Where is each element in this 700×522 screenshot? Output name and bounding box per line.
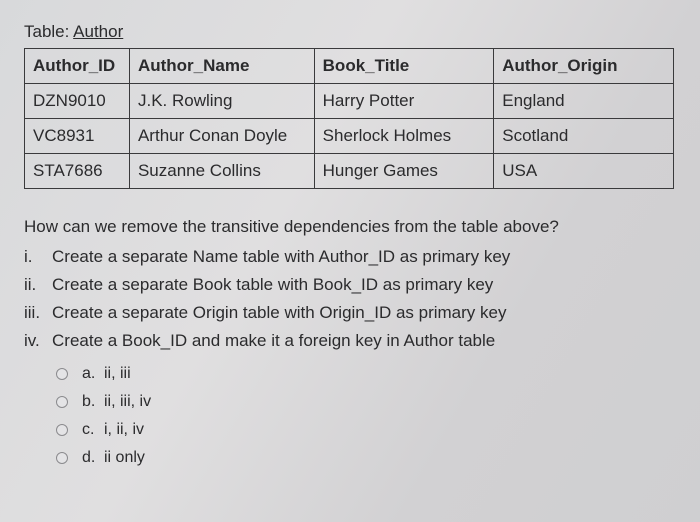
option-text: i, ii, iv xyxy=(104,421,144,439)
cell-author-id: STA7686 xyxy=(25,154,130,189)
option-letter: b. xyxy=(82,393,104,411)
col-author-id: Author_ID xyxy=(25,49,130,84)
statement-number: iii. xyxy=(24,303,52,323)
cell-author-origin: USA xyxy=(494,154,674,189)
cell-author-id: VC8931 xyxy=(25,119,130,154)
option-letter: d. xyxy=(82,449,104,467)
option-text: ii, iii xyxy=(104,365,131,383)
cell-author-name: Arthur Conan Doyle xyxy=(129,119,314,154)
table-label: Table: Author xyxy=(24,22,676,42)
page: Table: Author Author_ID Author_Name Book… xyxy=(0,0,700,467)
option-letter: c. xyxy=(82,421,104,439)
author-table: Author_ID Author_Name Book_Title Author_… xyxy=(24,48,674,189)
options-list: a. ii, iii b. ii, iii, iv c. i, ii, iv d… xyxy=(56,365,676,467)
statement-text: Create a separate Name table with Author… xyxy=(52,247,510,267)
radio-icon[interactable] xyxy=(56,396,68,408)
cell-book-title: Hunger Games xyxy=(314,154,494,189)
table-header-row: Author_ID Author_Name Book_Title Author_… xyxy=(25,49,674,84)
cell-author-origin: England xyxy=(494,84,674,119)
table-row: VC8931 Arthur Conan Doyle Sherlock Holme… xyxy=(25,119,674,154)
table-row: STA7686 Suzanne Collins Hunger Games USA xyxy=(25,154,674,189)
table-label-prefix: Table: xyxy=(24,22,73,41)
cell-author-origin: Scotland xyxy=(494,119,674,154)
statement-number: ii. xyxy=(24,275,52,295)
col-book-title: Book_Title xyxy=(314,49,494,84)
option-letter: a. xyxy=(82,365,104,383)
cell-author-name: J.K. Rowling xyxy=(129,84,314,119)
statement-item: ii. Create a separate Book table with Bo… xyxy=(24,275,676,295)
table-name: Author xyxy=(73,22,123,41)
option-c[interactable]: c. i, ii, iv xyxy=(56,421,676,439)
col-author-origin: Author_Origin xyxy=(494,49,674,84)
statement-text: Create a separate Book table with Book_I… xyxy=(52,275,493,295)
option-text: ii, iii, iv xyxy=(104,393,151,411)
statement-text: Create a separate Origin table with Orig… xyxy=(52,303,506,323)
statement-number: i. xyxy=(24,247,52,267)
radio-icon[interactable] xyxy=(56,368,68,380)
statement-number: iv. xyxy=(24,331,52,351)
col-author-name: Author_Name xyxy=(129,49,314,84)
statement-item: i. Create a separate Name table with Aut… xyxy=(24,247,676,267)
statement-text: Create a Book_ID and make it a foreign k… xyxy=(52,331,495,351)
option-a[interactable]: a. ii, iii xyxy=(56,365,676,383)
statement-item: iii. Create a separate Origin table with… xyxy=(24,303,676,323)
statement-list: i. Create a separate Name table with Aut… xyxy=(24,247,676,351)
option-d[interactable]: d. ii only xyxy=(56,449,676,467)
cell-author-id: DZN9010 xyxy=(25,84,130,119)
option-text: ii only xyxy=(104,449,145,467)
question-text: How can we remove the transitive depende… xyxy=(24,217,676,237)
radio-icon[interactable] xyxy=(56,452,68,464)
table-row: DZN9010 J.K. Rowling Harry Potter Englan… xyxy=(25,84,674,119)
statement-item: iv. Create a Book_ID and make it a forei… xyxy=(24,331,676,351)
cell-book-title: Harry Potter xyxy=(314,84,494,119)
radio-icon[interactable] xyxy=(56,424,68,436)
cell-author-name: Suzanne Collins xyxy=(129,154,314,189)
option-b[interactable]: b. ii, iii, iv xyxy=(56,393,676,411)
cell-book-title: Sherlock Holmes xyxy=(314,119,494,154)
